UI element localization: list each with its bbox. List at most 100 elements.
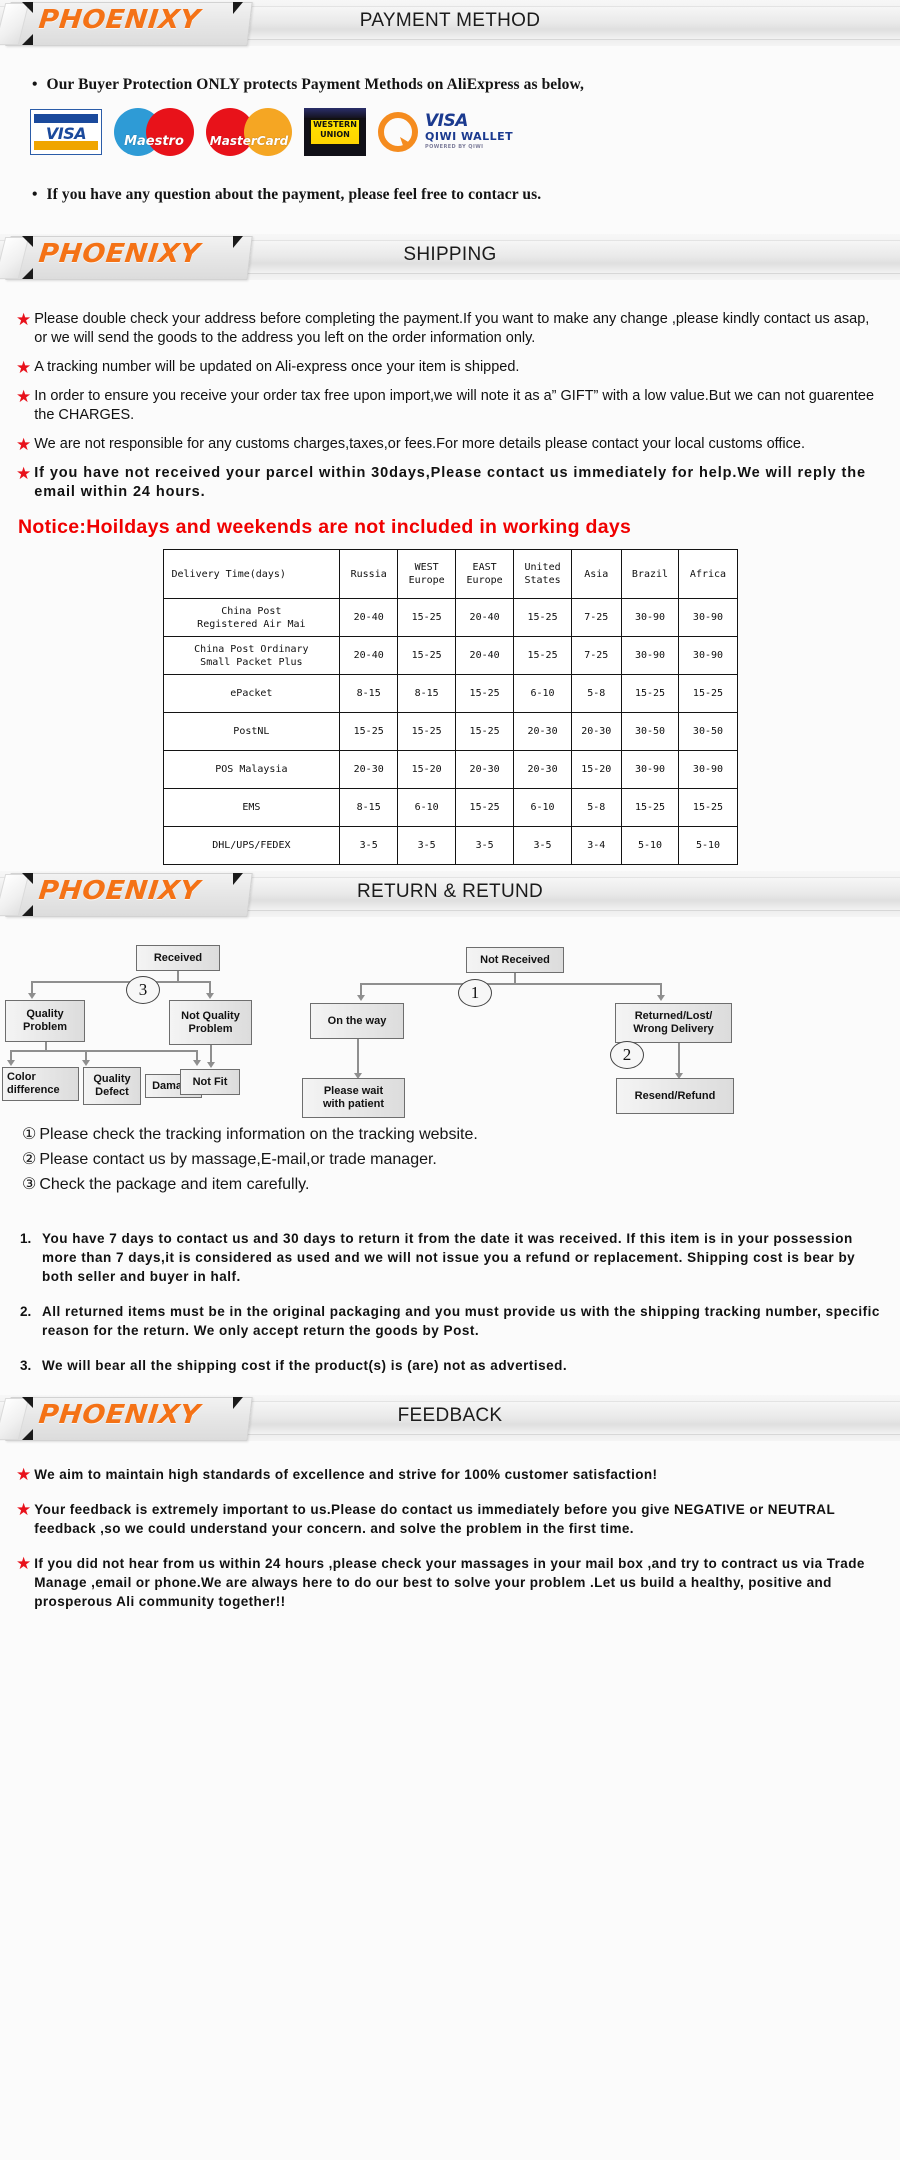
banner-corner-triangle-icon xyxy=(22,905,33,916)
table-cell-value: 7-25 xyxy=(571,598,622,637)
flow-connector xyxy=(360,983,662,985)
section-title-returns: RETURN & RETUND xyxy=(356,881,544,902)
star-icon: ★ xyxy=(16,435,32,454)
circled-list-text: Please check the tracking information on… xyxy=(39,1126,478,1143)
flow-node-quality-defect-label: Quality Defect xyxy=(93,1073,131,1098)
circled-list-text: Check the package and item carefully. xyxy=(39,1176,310,1193)
shipping-bullet: ★ A tracking number will be updated on A… xyxy=(0,358,900,377)
table-cell-value: 20-30 xyxy=(571,712,622,751)
shipping-bullet: ★ If you have not received your parcel w… xyxy=(0,464,900,502)
table-cell-service: DHL/UPS/FEDEX xyxy=(162,826,341,865)
flow-badge-2: 2 xyxy=(610,1041,644,1069)
flow-arrow-icon xyxy=(207,1062,215,1068)
table-cell-value: 15-25 xyxy=(513,636,573,675)
table-cell-value: 15-25 xyxy=(678,788,738,827)
flow-node-not-received: Not Received xyxy=(466,947,564,973)
table-row: China Post Registered Air Mai 20-40 15-25 20… xyxy=(162,598,738,637)
maestro-logo: Maestro xyxy=(114,108,194,156)
flow-node-returned-lost-wrong-label: Returned/Lost/Wrong Delivery xyxy=(633,1010,714,1035)
feedback-bullet-text: If you did not hear from us within 24 ho… xyxy=(34,1556,865,1609)
flow-node-resend-refund: Resend/Refund xyxy=(616,1078,734,1114)
table-row: DHL/UPS/FEDEX 3-5 3-5 3-5 3-5 3-4 5-10 5-10 xyxy=(162,826,738,865)
table-cell-value: 15-25 xyxy=(513,598,573,637)
table-cell-value: 3-5 xyxy=(397,826,457,865)
table-cell-value: 8-15 xyxy=(397,674,457,713)
table-cell-value: 5-8 xyxy=(571,788,622,827)
table-row: PostNL 15-25 15-25 15-25 20-30 20-30 30-50 30-5… xyxy=(162,712,738,751)
table-cell-value: 30-90 xyxy=(620,750,680,789)
feedback-bullet: ★ We aim to maintain high standards of e… xyxy=(0,1465,900,1484)
circled-number-3: ③ xyxy=(22,1176,37,1193)
qiwi-ring-icon xyxy=(378,112,418,152)
bullet-dot-icon: • xyxy=(32,76,38,93)
flow-node-received: Received xyxy=(136,945,220,971)
flow-arrow-icon xyxy=(82,1060,90,1066)
banner-corner-triangle-icon xyxy=(22,1429,33,1440)
table-cell-value: 30-50 xyxy=(620,712,680,751)
table-cell-value: 15-25 xyxy=(620,788,680,827)
section-title-payment: PAYMENT METHOD xyxy=(359,10,541,31)
shipping-bullet-text: Please double check your address before … xyxy=(34,311,870,346)
table-header-cell: WEST Europe xyxy=(397,549,457,599)
flow-connector xyxy=(357,1039,359,1075)
table-cell-value: 15-25 xyxy=(339,712,399,751)
table-cell-value: 8-15 xyxy=(339,788,399,827)
return-policy-text: You have 7 days to contact us and 30 day… xyxy=(42,1231,856,1284)
star-icon: ★ xyxy=(16,464,32,483)
star-icon: ★ xyxy=(16,310,32,329)
western-union-logo: WESTERN UNION xyxy=(304,108,366,156)
flow-node-please-wait: Please wait with patient xyxy=(302,1078,405,1118)
return-policy-text: We will bear all the shipping cost if th… xyxy=(42,1358,568,1373)
delivery-table-body: China Post Registered Air Mai 20-40 15-25 20… xyxy=(162,598,738,865)
table-cell-value: 30-90 xyxy=(620,598,680,637)
flow-node-not-fit: Not Fit xyxy=(180,1069,240,1095)
table-cell-value: 20-40 xyxy=(339,598,399,637)
return-policy-number: 2. xyxy=(20,1304,32,1319)
list-item: ③ Check the package and item carefully. xyxy=(22,1172,900,1197)
table-cell-value: 15-25 xyxy=(397,598,457,637)
table-cell-service: ePacket xyxy=(162,674,341,713)
table-cell-value: 20-30 xyxy=(339,750,399,789)
table-header-cell: United States xyxy=(513,549,573,599)
circled-list-text: Please contact us by massage,E-mail,or t… xyxy=(39,1151,437,1168)
flow-connector xyxy=(678,1043,680,1075)
maestro-label: Maestro xyxy=(124,134,184,149)
visa-bottom-bar xyxy=(34,141,98,150)
shipping-bullet-text: A tracking number will be updated on Ali… xyxy=(34,359,520,375)
star-icon: ★ xyxy=(16,358,32,377)
flow-node-color-difference-label: Color difference xyxy=(7,1071,60,1096)
return-policy-text: All returned items must be in the origin… xyxy=(42,1304,880,1338)
qiwi-tail-icon xyxy=(400,137,413,150)
flow-arrow-icon xyxy=(7,1060,15,1066)
shipping-bullet-text: In order to ensure you receive your orde… xyxy=(34,388,875,423)
flow-node-quality-problem: Quality Problem xyxy=(5,1000,85,1042)
flow-arrow-icon xyxy=(206,993,214,999)
table-header-cell: Delivery Time(days) xyxy=(162,549,341,599)
return-policy-number: 3. xyxy=(20,1358,32,1373)
section-banner-payment: PHOENIXY PAYMENT METHOD xyxy=(0,0,900,46)
table-cell-value: 3-5 xyxy=(339,826,399,865)
flow-badge-1: 1 xyxy=(458,979,492,1007)
flow-arrow-icon xyxy=(357,995,365,1001)
return-policy-item: 2. All returned items must be in the ori… xyxy=(0,1302,900,1340)
return-policy-item: 1. You have 7 days to contact us and 30 … xyxy=(0,1229,900,1286)
flow-node-quality-defect: Quality Defect xyxy=(83,1067,141,1105)
flow-arrow-icon xyxy=(193,1060,201,1066)
table-cell-value: 15-20 xyxy=(571,750,622,789)
list-item: ① Please check the tracking information o… xyxy=(22,1122,900,1147)
star-icon: ★ xyxy=(16,1465,32,1484)
table-cell-value: 20-30 xyxy=(513,750,573,789)
table-row: EMS 8-15 6-10 15-25 6-10 5-8 15-25 15-25 xyxy=(162,788,738,827)
table-row: ePacket 8-15 8-15 15-25 6-10 5-8 15-25 15-25 xyxy=(162,674,738,713)
flow-arrow-icon xyxy=(657,995,665,1001)
table-cell-value: 5-8 xyxy=(571,674,622,713)
payment-outro-text: • If you have any question about the paym… xyxy=(0,186,900,204)
feedback-bullet-text: Your feedback is extremely important to … xyxy=(34,1502,835,1536)
flow-node-not-quality-problem: Not Quality Problem xyxy=(169,1000,252,1045)
flow-node-on-the-way: On the way xyxy=(310,1003,404,1039)
circled-number-1: ① xyxy=(22,1126,37,1143)
table-row: China Post Ordinary Small Packet Plus 20-4… xyxy=(162,636,738,675)
flow-connector xyxy=(10,1050,197,1052)
flow-connector xyxy=(31,981,211,983)
delivery-time-table: Delivery Time(days) Russia WEST Europe EA… xyxy=(162,549,738,865)
